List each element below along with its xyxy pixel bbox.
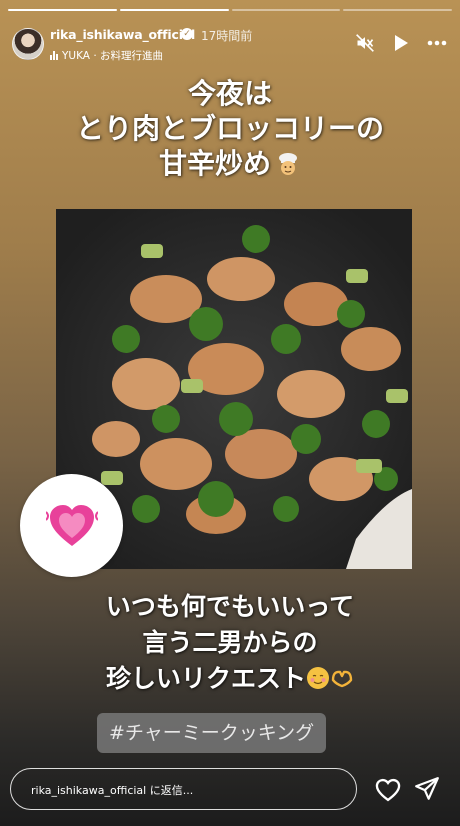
caption-line: いつも何でもいいって bbox=[105, 592, 355, 621]
reply-box[interactable] bbox=[10, 768, 357, 811]
smiling-face-emoji-icon bbox=[307, 667, 329, 689]
story-headline: 今夜は とり肉とブロッコリーの 甘辛炒め bbox=[0, 76, 460, 181]
avatar[interactable] bbox=[12, 28, 44, 60]
heart-outline-icon[interactable] bbox=[374, 776, 402, 804]
username[interactable]: rika_ishikawa_official bbox=[50, 27, 195, 42]
story-progress-bar bbox=[8, 9, 452, 11]
music-bars-icon bbox=[50, 51, 58, 60]
heart-hands-emoji-icon bbox=[331, 670, 353, 688]
emoji-reaction-sticker[interactable] bbox=[20, 474, 123, 577]
sparkling-heart-icon bbox=[45, 504, 98, 546]
story-caption: いつも何でもいいって 言う二男からの 珍しいリクエスト bbox=[0, 589, 460, 697]
progress-segment bbox=[343, 9, 452, 11]
headline-line: 今夜は bbox=[187, 77, 272, 110]
chef-emoji-icon bbox=[279, 153, 297, 175]
music-label: YUKA · お料理行進曲 bbox=[62, 50, 163, 62]
story-controls bbox=[354, 32, 448, 54]
music-attribution[interactable]: YUKA · お料理行進曲 bbox=[50, 48, 163, 63]
more-horizontal-icon[interactable] bbox=[426, 32, 448, 54]
headline-line: とり肉とブロッコリーの bbox=[75, 112, 384, 145]
headline-line: 甘辛炒め bbox=[0, 146, 460, 181]
progress-segment bbox=[119, 9, 229, 11]
caption-line: 言う二男からの bbox=[142, 628, 318, 657]
caption-line: 珍しいリクエスト bbox=[0, 661, 460, 697]
story-viewer: rika_ishikawa_official ✓ 17時間前 YUKA · お料… bbox=[0, 0, 460, 826]
play-icon[interactable] bbox=[390, 32, 412, 54]
reply-input[interactable] bbox=[29, 769, 353, 811]
post-time: 17時間前 bbox=[201, 29, 253, 43]
paper-plane-icon[interactable] bbox=[414, 776, 442, 804]
verified-badge-icon: ✓ bbox=[181, 28, 193, 40]
progress-segment bbox=[8, 9, 117, 11]
hashtag-sticker[interactable]: #チャーミークッキング bbox=[97, 713, 327, 753]
progress-segment bbox=[231, 9, 341, 11]
muted-speaker-icon[interactable] bbox=[354, 32, 376, 54]
